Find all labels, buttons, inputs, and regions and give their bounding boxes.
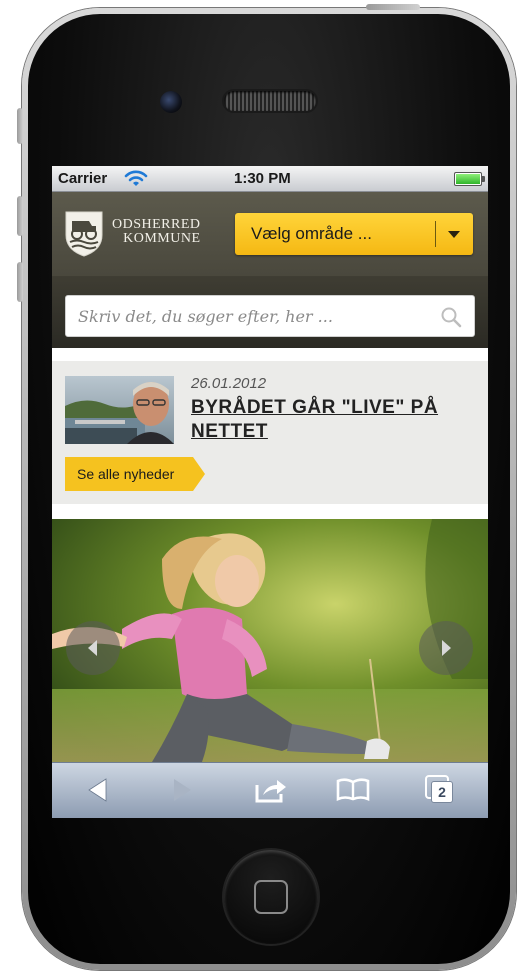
browser-toolbar: 2 — [52, 762, 488, 818]
power-button — [366, 4, 420, 10]
home-square-icon — [254, 880, 288, 914]
area-select-dropdown[interactable]: Vælg område ... — [235, 213, 473, 255]
chevron-left-icon — [88, 640, 97, 656]
back-icon[interactable] — [86, 777, 108, 803]
search-bar — [52, 276, 488, 348]
news-section: 26.01.2012 BYRÅDET GÅR "LIVE" PÅ NETTET … — [52, 361, 488, 504]
carrier-label: Carrier — [58, 170, 108, 187]
carousel-prev-button[interactable] — [66, 621, 120, 675]
search-box — [65, 295, 475, 337]
site-header: ODSHERRED KOMMUNE Vælg område ... — [52, 192, 488, 276]
chevron-down-icon — [448, 231, 460, 238]
search-icon[interactable] — [440, 306, 462, 328]
share-icon[interactable] — [255, 777, 287, 803]
tab-count: 2 — [438, 784, 446, 800]
all-news-button[interactable]: Se alle nyheder — [65, 457, 205, 491]
carousel-next-button[interactable] — [419, 621, 473, 675]
status-bar: Carrier 1:30 PM — [52, 166, 488, 192]
hero-carousel — [52, 519, 488, 762]
bookmarks-icon[interactable] — [336, 777, 370, 801]
home-button[interactable] — [224, 850, 318, 944]
volume-up-button — [17, 196, 23, 236]
all-news-label: Se alle nyheder — [77, 466, 175, 482]
coat-of-arms-logo[interactable] — [65, 211, 103, 257]
logo-wordmark[interactable]: ODSHERRED KOMMUNE — [112, 218, 201, 246]
forward-icon[interactable] — [172, 777, 194, 803]
news-thumbnail[interactable] — [65, 376, 174, 444]
logo-line2: KOMMUNE — [123, 231, 201, 246]
wifi-icon — [124, 170, 148, 186]
volume-down-button — [17, 262, 23, 302]
area-select-label: Vælg område ... — [251, 224, 372, 243]
chevron-right-icon — [442, 640, 451, 656]
area-select-divider — [435, 221, 436, 247]
tabs-button[interactable]: 2 — [425, 775, 455, 805]
earpiece-speaker — [224, 91, 316, 111]
tabs-icon: 2 — [431, 781, 453, 803]
mute-switch — [17, 108, 23, 144]
front-camera — [160, 91, 182, 113]
news-headline-link[interactable]: BYRÅDET GÅR "LIVE" PÅ NETTET — [191, 396, 471, 444]
news-date: 26.01.2012 — [191, 375, 267, 392]
logo-line1: ODSHERRED — [112, 217, 201, 232]
status-time: 1:30 PM — [234, 170, 291, 187]
battery-icon — [454, 172, 485, 186]
phone-screen: Carrier 1:30 PM ODSHERRED KOMMUNE Vælg o… — [52, 166, 488, 818]
search-input[interactable] — [78, 296, 438, 336]
